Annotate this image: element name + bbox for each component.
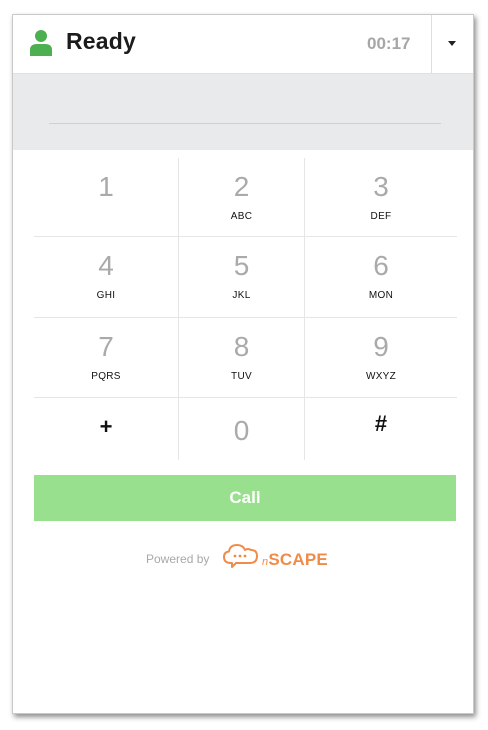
key-letters: WXYZ [365, 371, 397, 382]
dialpad-key-hash[interactable]: # [305, 398, 457, 460]
key-letters: PQRS [91, 371, 121, 382]
status-dropdown-button[interactable] [432, 15, 473, 73]
key-digit: 8 [233, 331, 250, 362]
number-display-area [13, 74, 473, 150]
key-digit: 5 [233, 250, 250, 281]
person-icon [30, 30, 52, 56]
key-digit: 2 [233, 171, 250, 202]
brand-name: nSCAPE [262, 550, 328, 570]
dialpad-key-4[interactable]: 4 GHI [34, 237, 178, 317]
key-letters: DEF [370, 211, 392, 222]
key-symbol: + [99, 414, 113, 439]
dialpad-key-6[interactable]: 6 MON [305, 237, 457, 317]
status-header: Ready 00:17 [13, 15, 473, 74]
key-letters: ABC [230, 211, 253, 222]
dialpad-key-0[interactable]: 0 [179, 398, 304, 460]
dialpad-key-7[interactable]: 7 PQRS [34, 318, 178, 397]
brand-wordmark: SCAPE [268, 550, 328, 569]
status-timer: 00:17 [367, 34, 411, 53]
key-symbol: # [374, 411, 388, 436]
chat-cloud-icon [223, 544, 258, 568]
key-letters: MON [368, 290, 394, 301]
dialpad-key-2[interactable]: 2 ABC [179, 158, 304, 236]
key-letters: JKL [232, 290, 251, 301]
caret-down-icon [448, 41, 456, 46]
dialpad-key-8[interactable]: 8 TUV [179, 318, 304, 397]
key-digit: 7 [98, 331, 114, 362]
dialpad-key-1[interactable]: 1 [34, 158, 178, 236]
dialpad-key-9[interactable]: 9 WXYZ [305, 318, 457, 397]
powered-by-label: Powered by [146, 552, 210, 566]
dialpad-key-3[interactable]: 3 DEF [305, 158, 457, 236]
key-digit: 3 [373, 171, 389, 202]
key-digit: 4 [98, 250, 114, 281]
phone-number-input[interactable] [49, 88, 441, 124]
dialpad: 1 2 ABC 3 DEF 4 GHI 5 JKL 6 MON 7 PQRS 8 [34, 158, 457, 463]
key-digit: 1 [98, 171, 114, 202]
key-digit: 6 [373, 250, 389, 281]
key-digit: 0 [233, 415, 250, 446]
dialpad-key-plus[interactable]: + [34, 398, 178, 460]
agent-status: Ready [66, 28, 137, 54]
softphone-panel: Ready 00:17 1 2 ABC 3 DEF 4 GHI 5 JKL 6 … [12, 14, 474, 714]
key-digit: 9 [373, 331, 389, 362]
dialpad-key-5[interactable]: 5 JKL [179, 237, 304, 317]
key-letters: TUV [231, 371, 252, 382]
key-letters: GHI [96, 290, 116, 301]
call-button[interactable]: Call [34, 475, 456, 521]
